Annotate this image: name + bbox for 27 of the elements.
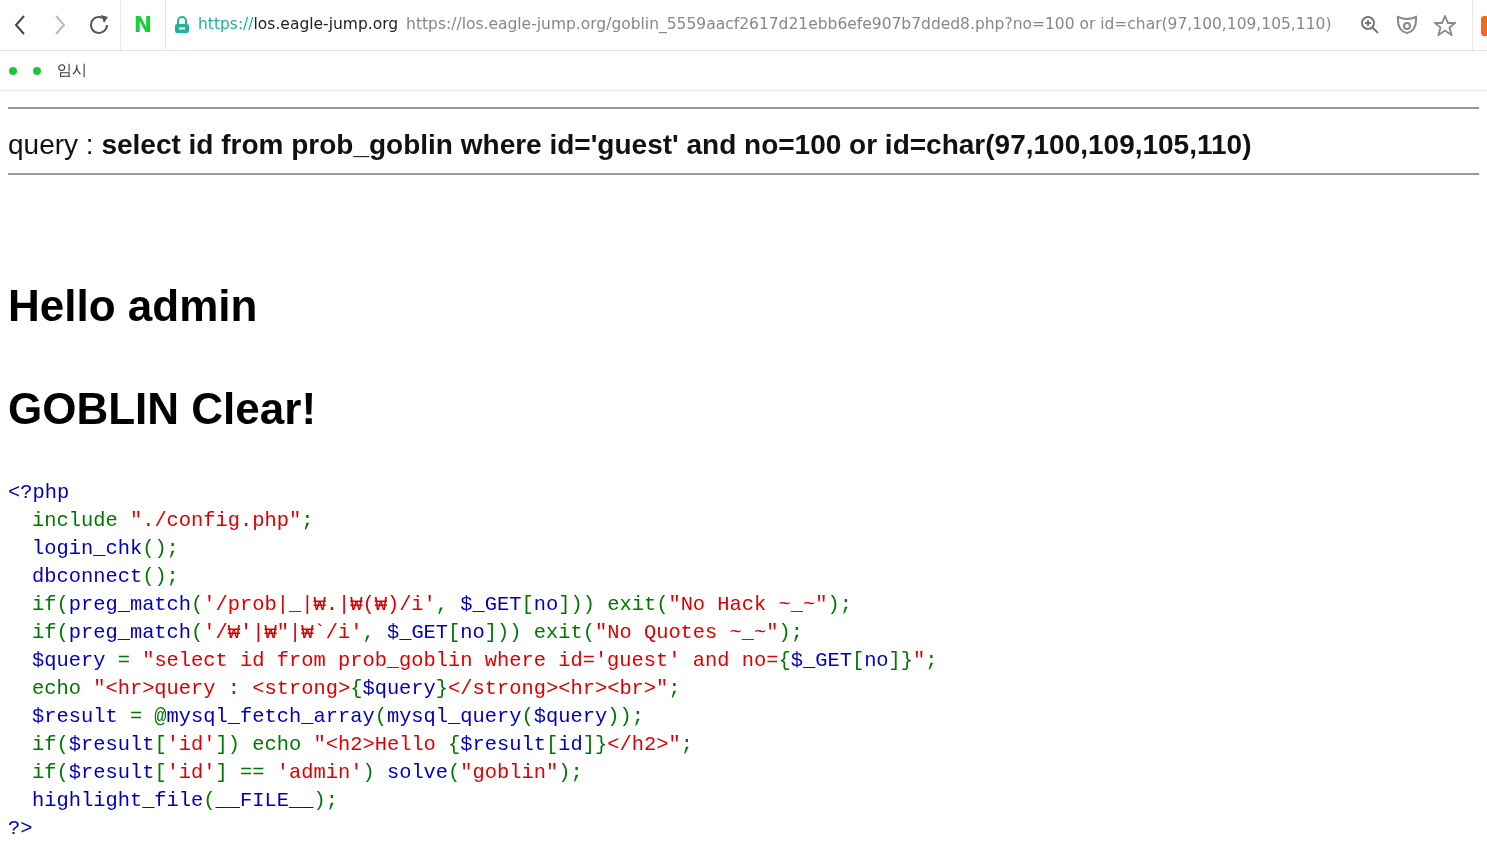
bookmark-icon[interactable] [33,66,41,75]
code-line: ?> [8,815,33,842]
lock-icon [174,16,190,34]
heading: Hello admin [8,281,259,332]
code-line: login_chk(); [32,535,179,562]
code-line: highlight_file(__FILE__); [32,787,338,814]
forward-icon[interactable] [54,14,66,36]
address-field[interactable]: https://los.eagle-jump.org https://los.eagle-jump.org/goblin_5559aacf2617d21ebb6efe907b7dded8.php?no=100 or id=char(97,100,109,105,110) [198,13,1332,37]
heading: GOBLIN Clear! [8,384,318,435]
code-line: $query = "select id from prob_goblin where id='guest' and no={$_GET[no]}"; [32,647,938,674]
code-line: $result = @mysql_fetch_array(mysql_query($query)); [32,703,644,730]
back-icon[interactable] [14,14,26,36]
code-line: echo "<hr>query : <strong>{$query}</strong><hr><br>"; [32,675,681,702]
code-line: include "./config.php"; [32,507,314,534]
extension-icon[interactable] [1481,15,1487,36]
bookmark-item[interactable]: 임시 [57,59,87,82]
code-line: if($result['id']) echo "<h2>Hello {$result[id]}</h2>"; [32,731,693,758]
code-line: dbconnect(); [32,563,179,590]
star-icon[interactable] [1434,14,1456,36]
code-line: if(preg_match('/prob|_|₩.|₩(₩)/i', $_GET[no])) exit("No Hack ~_~"); [32,591,852,618]
bookmark-icon[interactable] [9,66,17,75]
code-line: if(preg_match('/₩'|₩"|₩`/i', $_GET[no])) exit("No Quotes ~_~"); [32,619,803,646]
zoom-in-icon[interactable] [1360,15,1380,35]
query-text: query : select id from prob_goblin where id='guest' and no=100 or id=char(97,100,109,105,110) [8,128,1252,162]
code-line: <?php [8,479,70,506]
shield-icon[interactable] [1396,15,1418,35]
code-line: if($result['id'] == 'admin') solve("goblin"); [32,759,583,786]
